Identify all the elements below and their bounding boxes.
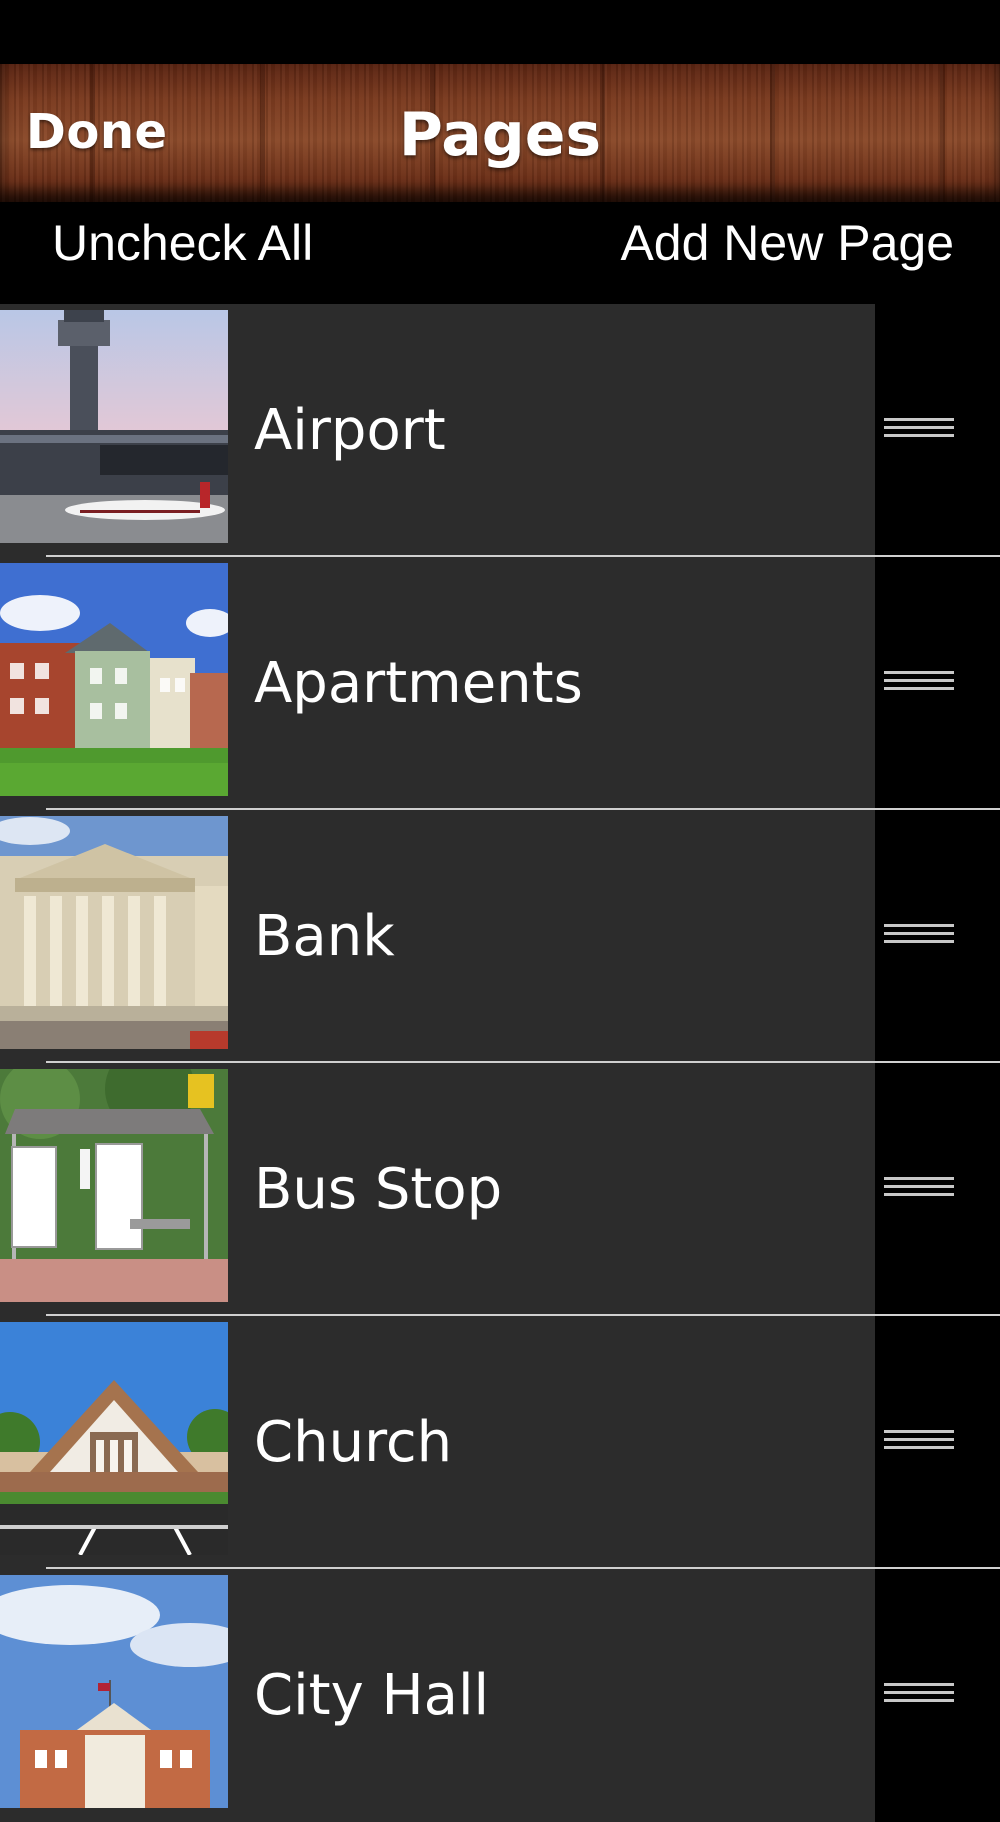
reorder-handle-icon[interactable] [884, 671, 954, 697]
reorder-handle-icon[interactable] [884, 1683, 954, 1709]
page-label: City Hall [254, 1663, 490, 1728]
page-label: Airport [254, 398, 446, 463]
reorder-handle-icon[interactable] [884, 418, 954, 444]
list-item[interactable]: City Hall [0, 1569, 1000, 1822]
page-label: Church [254, 1410, 453, 1475]
church-thumbnail [0, 1322, 228, 1555]
status-bar [0, 0, 1000, 64]
row-cell[interactable]: Church [0, 1316, 875, 1569]
pages-list: Airport Apartments Bank Bus Stop Church … [0, 304, 1000, 1822]
page-label: Bus Stop [254, 1157, 503, 1222]
row-cell[interactable]: Apartments [0, 557, 875, 810]
page-label: Apartments [254, 651, 583, 716]
airport-thumbnail [0, 310, 228, 543]
row-cell[interactable]: Airport [0, 304, 875, 557]
add-new-page-button[interactable]: Add New Page [620, 214, 954, 272]
list-item[interactable]: Church [0, 1316, 1000, 1569]
row-cell[interactable]: Bus Stop [0, 1063, 875, 1316]
city-hall-thumbnail [0, 1575, 228, 1808]
uncheck-all-button[interactable]: Uncheck All [52, 214, 313, 272]
reorder-handle-icon[interactable] [884, 924, 954, 950]
page-title: Pages [398, 100, 602, 170]
row-cell[interactable]: City Hall [0, 1569, 875, 1822]
list-item[interactable]: Bank [0, 810, 1000, 1063]
bank-thumbnail [0, 816, 228, 1049]
bus-stop-thumbnail [0, 1069, 228, 1302]
toolbar: Uncheck All Add New Page [0, 202, 1000, 304]
page-label: Bank [254, 904, 395, 969]
row-cell[interactable]: Bank [0, 810, 875, 1063]
navigation-bar: Done Pages [0, 64, 1000, 202]
list-item[interactable]: Bus Stop [0, 1063, 1000, 1316]
list-item[interactable]: Airport [0, 304, 1000, 557]
reorder-handle-icon[interactable] [884, 1177, 954, 1203]
reorder-handle-icon[interactable] [884, 1430, 954, 1456]
list-item[interactable]: Apartments [0, 557, 1000, 810]
apartments-thumbnail [0, 563, 228, 796]
